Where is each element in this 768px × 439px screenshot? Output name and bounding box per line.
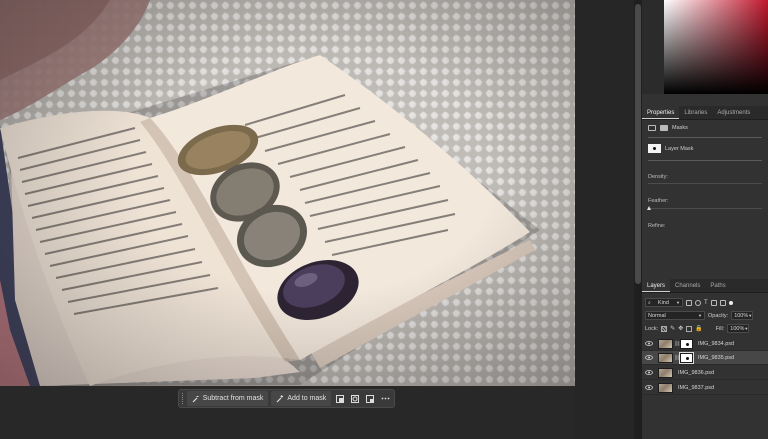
subtract-from-mask-label: Subtract from mask <box>202 395 264 402</box>
layer-mask-thumbnail <box>648 144 661 153</box>
chevron-down-icon: ▼ <box>744 326 749 331</box>
opacity-field[interactable]: 100% ▼ <box>731 311 754 320</box>
tab-properties[interactable]: Properties <box>642 106 680 119</box>
visibility-eye-icon[interactable] <box>642 355 655 360</box>
vector-mask-icon[interactable] <box>660 125 668 131</box>
layer-name: IMG_9834.psd <box>698 340 735 347</box>
scrollbar-thumb[interactable] <box>635 4 641 284</box>
chevron-down-icon: ▼ <box>748 313 753 318</box>
masks-label: Masks <box>672 125 688 131</box>
density-slider[interactable] <box>648 183 762 184</box>
search-icon: ⌕ <box>648 299 651 306</box>
blend-mode-select[interactable]: Normal ▼ <box>645 311 705 320</box>
layer-name: IMG_9836.psd <box>678 369 715 376</box>
visibility-eye-icon[interactable] <box>642 370 655 375</box>
lock-image-icon[interactable]: ✎ <box>670 325 675 332</box>
layer-name: IMG_9837.psd <box>678 384 715 391</box>
visibility-eye-icon[interactable] <box>642 385 655 390</box>
layer-name: IMG_9835.psd <box>698 354 735 361</box>
type-filter-icon[interactable]: T <box>704 300 708 306</box>
properties-tab-bar: Properties Libraries Adjustments <box>642 106 768 120</box>
lock-artboard-icon[interactable] <box>686 325 693 332</box>
layer-row[interactable]: IMG_9837.psd <box>642 381 768 395</box>
fill-label: Fill: <box>715 325 725 332</box>
subtract-from-mask-button[interactable]: Subtract from mask <box>186 391 269 406</box>
layer-mask-row: Layer Mask <box>648 144 693 153</box>
smart-object-filter-icon[interactable] <box>719 299 726 306</box>
fill-field[interactable]: 100% ▼ <box>727 324 750 333</box>
adjustment-filter-icon[interactable] <box>695 299 701 306</box>
pixel-mask-icon[interactable] <box>648 125 656 131</box>
lock-label: Lock: <box>645 325 659 332</box>
masks-header: Masks <box>648 125 688 131</box>
layer-thumbnail <box>658 367 673 378</box>
layer-row[interactable]: IMG_9836.psd <box>642 366 768 380</box>
contextual-task-bar: Subtract from mask Add to mask <box>178 389 395 408</box>
layer-mask-thumbnail[interactable] <box>679 351 694 364</box>
tab-paths[interactable]: Paths <box>705 279 730 292</box>
layer-thumbnail <box>658 338 673 349</box>
lock-all-icon[interactable]: 🔒 <box>695 325 702 332</box>
document-canvas[interactable] <box>0 0 575 386</box>
layer-thumbnail <box>658 352 673 363</box>
layer-row-selected[interactable]: ⛓ IMG_9835.psd <box>642 351 768 365</box>
photo-vignette <box>0 0 575 386</box>
layers-panel: ⌕ Kind ▼ T Normal ▼ Opacity: 100% ▼ Lock… <box>642 293 768 439</box>
layers-tab-bar: Layers Channels Paths <box>642 279 768 293</box>
tab-libraries[interactable]: Libraries <box>679 106 712 119</box>
blend-mode-value: Normal <box>648 312 666 319</box>
apply-mask-icon[interactable] <box>364 391 376 406</box>
more-options-icon[interactable] <box>379 391 391 406</box>
divider <box>648 160 762 161</box>
layer-mask-label: Layer Mask <box>665 145 694 152</box>
layer-filter-value: Kind <box>657 299 669 306</box>
panel-scrollbar[interactable] <box>634 0 642 439</box>
opacity-label: Opacity: <box>708 312 729 319</box>
color-panel-margin <box>642 0 664 94</box>
layer-thumbnail <box>658 382 673 393</box>
tab-adjustments[interactable]: Adjustments <box>712 106 755 119</box>
layer-row[interactable]: ⛓ IMG_9834.psd <box>642 337 768 351</box>
visibility-eye-icon[interactable] <box>642 341 655 346</box>
pixel-filter-icon[interactable] <box>686 299 692 306</box>
lock-fill-row: Lock: ✎ ✥ 🔒 Fill: 100% ▼ <box>645 323 765 334</box>
divider <box>648 137 762 138</box>
chevron-down-icon: ▼ <box>676 300 680 305</box>
lock-transparent-icon[interactable] <box>661 325 668 332</box>
refine-mask-icon[interactable] <box>349 391 361 406</box>
brush-plus-icon <box>276 394 284 402</box>
density-label: Density: <box>648 174 668 180</box>
feather-slider-knob[interactable] <box>647 206 651 210</box>
filter-kind-icons: T <box>686 299 733 306</box>
brush-minus-icon <box>192 395 199 402</box>
chevron-down-icon: ▼ <box>698 313 702 318</box>
photoshop-window: Subtract from mask Add to mask Propertie… <box>0 0 768 439</box>
filter-toggle-icon[interactable] <box>728 300 733 305</box>
right-panel-dock: Properties Libraries Adjustments Masks L… <box>642 0 768 439</box>
layer-mask-thumbnail[interactable] <box>680 338 693 349</box>
color-picker-field[interactable] <box>664 0 768 94</box>
layer-filter-row: ⌕ Kind ▼ T <box>645 297 765 308</box>
fill-value: 100% <box>730 325 745 332</box>
properties-panel: Masks Layer Mask Density: Feather: Refin… <box>642 120 768 275</box>
lock-position-icon[interactable]: ✥ <box>678 325 683 332</box>
opacity-value: 100% <box>734 312 749 319</box>
taskbar-grip-handle[interactable] <box>182 393 184 404</box>
tab-channels[interactable]: Channels <box>670 279 705 292</box>
refine-label: Refine: <box>648 223 666 229</box>
blend-opacity-row: Normal ▼ Opacity: 100% ▼ <box>645 310 765 321</box>
feather-slider[interactable] <box>648 208 762 209</box>
layer-filter-select[interactable]: ⌕ Kind ▼ <box>645 298 683 307</box>
add-to-mask-label: Add to mask <box>287 395 327 402</box>
canvas-background <box>575 0 634 439</box>
tab-layers[interactable]: Layers <box>642 279 671 292</box>
shape-filter-icon[interactable] <box>710 299 717 306</box>
add-to-mask-button[interactable]: Add to mask <box>271 391 332 406</box>
invert-mask-icon[interactable] <box>334 391 346 406</box>
feather-label: Feather: <box>648 198 669 204</box>
